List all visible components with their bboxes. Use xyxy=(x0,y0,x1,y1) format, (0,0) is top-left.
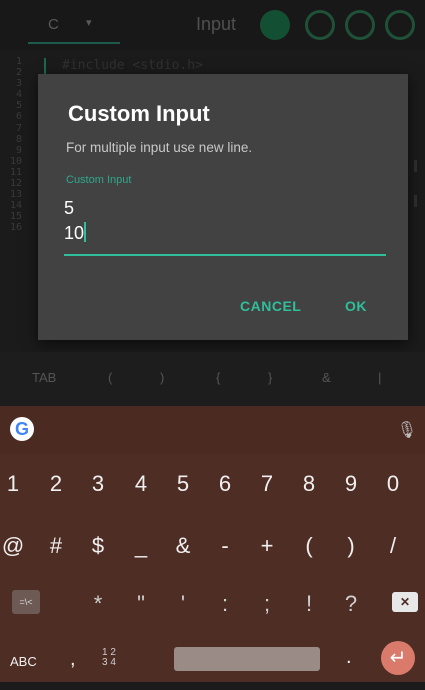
numpad-key[interactable]: 1 23 4 xyxy=(102,648,116,668)
enter-icon[interactable]: ↵ xyxy=(381,641,415,675)
symbol-bar: TAB ( ) { } & | xyxy=(0,352,425,406)
key[interactable]: : xyxy=(204,576,246,632)
ok-button[interactable]: OK xyxy=(345,298,367,314)
backspace-icon[interactable]: ✕ xyxy=(392,592,418,612)
input-line: 10 xyxy=(64,223,85,243)
number-row: 1 2 3 4 5 6 7 8 9 0 xyxy=(0,456,425,512)
key[interactable]: # xyxy=(35,518,77,574)
key[interactable]: _ xyxy=(120,518,162,574)
input-line: 5 xyxy=(64,198,75,218)
key[interactable]: ? xyxy=(330,576,372,632)
symbol-key[interactable]: ( xyxy=(108,370,112,385)
key[interactable]: 3 xyxy=(77,456,119,512)
abc-key[interactable]: ABC xyxy=(10,654,37,669)
key[interactable]: ) xyxy=(330,518,372,574)
space-bar[interactable] xyxy=(174,647,320,671)
key[interactable]: 9 xyxy=(330,456,372,512)
keyboard-suggestion-bar: G 🎙 xyxy=(0,406,425,454)
symbol-key[interactable]: & xyxy=(322,370,331,385)
custom-input-dialog: Custom Input For multiple input use new … xyxy=(38,74,408,340)
period-key[interactable]: . xyxy=(346,646,352,669)
key[interactable]: + xyxy=(246,518,288,574)
symbol-row-2: =\< * " ' : ; ! ? ✕ xyxy=(0,576,425,632)
key[interactable]: $ xyxy=(77,518,119,574)
symbol-key[interactable]: | xyxy=(378,370,381,385)
key[interactable]: 4 xyxy=(120,456,162,512)
input-underline xyxy=(64,254,386,256)
keyboard: G 🎙 1 2 3 4 5 6 7 8 9 0 @ # $ _ & - + ( … xyxy=(0,406,425,682)
key[interactable]: 8 xyxy=(288,456,330,512)
comma-key[interactable]: , xyxy=(70,648,76,671)
dialog-message: For multiple input use new line. xyxy=(66,140,253,155)
key[interactable]: / xyxy=(372,518,414,574)
input-field-label: Custom Input xyxy=(66,174,132,186)
key[interactable]: 2 xyxy=(35,456,77,512)
key[interactable]: 0 xyxy=(372,456,414,512)
key[interactable]: " xyxy=(120,576,162,632)
key[interactable]: & xyxy=(162,518,204,574)
symbol-key[interactable]: ) xyxy=(160,370,164,385)
symbol-key[interactable]: { xyxy=(216,370,220,385)
cancel-button[interactable]: CANCEL xyxy=(240,298,301,314)
key[interactable]: ! xyxy=(288,576,330,632)
symbol-switch-key[interactable]: =\< xyxy=(12,590,40,614)
key[interactable]: ; xyxy=(246,576,288,632)
key[interactable]: - xyxy=(204,518,246,574)
key[interactable]: 5 xyxy=(162,456,204,512)
key[interactable]: 7 xyxy=(246,456,288,512)
key[interactable]: ( xyxy=(288,518,330,574)
key[interactable]: ' xyxy=(162,576,204,632)
key[interactable]: @ xyxy=(0,518,34,574)
symbol-row-1: @ # $ _ & - + ( ) / xyxy=(0,518,425,574)
dialog-title: Custom Input xyxy=(68,101,210,126)
text-caret xyxy=(84,222,87,242)
custom-input-field[interactable]: 5 10 xyxy=(64,196,384,256)
symbol-key-tab[interactable]: TAB xyxy=(32,370,56,385)
key[interactable]: 6 xyxy=(204,456,246,512)
key[interactable]: 1 xyxy=(0,456,34,512)
symbol-key[interactable]: } xyxy=(268,370,272,385)
key[interactable]: * xyxy=(77,576,119,632)
microphone-icon[interactable]: 🎙 xyxy=(397,420,417,440)
google-icon[interactable]: G xyxy=(10,417,34,441)
